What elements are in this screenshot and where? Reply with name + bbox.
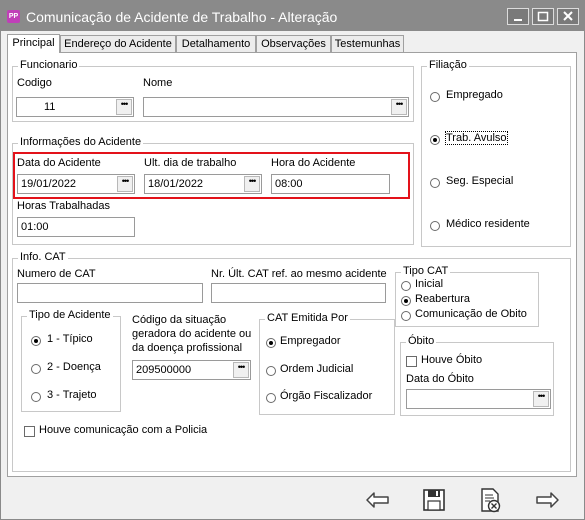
numero-cat-label: Numero de CAT — [17, 268, 96, 280]
codigo-situacao-value: 209500000 — [136, 364, 192, 376]
tipo-cat-radio-inicial[interactable] — [401, 281, 411, 291]
group-funcionario: Funcionario Codigo 11 ••• Nome ••• — [12, 59, 414, 122]
group-title: Tipo CAT — [401, 265, 451, 277]
tab-endereco[interactable]: Endereço do Acidente — [60, 35, 176, 52]
tab-panel-principal: Funcionario Codigo 11 ••• Nome ••• Infor… — [7, 52, 577, 477]
group-title: Filiação — [427, 59, 469, 71]
codigo-label: Codigo — [17, 77, 52, 89]
window: PP Comunicação de Acidente de Trabalho -… — [0, 0, 585, 520]
nome-field[interactable]: ••• — [143, 97, 409, 117]
filiacao-radio-medico-residente[interactable] — [430, 221, 440, 231]
tipo-acidente-radio-doenca[interactable] — [31, 364, 41, 374]
policia-label: Houve comunicação com a Policia — [39, 424, 208, 436]
tipo-cat-label-inicial: Inicial — [415, 278, 444, 290]
app-icon: PP — [7, 10, 20, 23]
save-disk-icon[interactable] — [419, 485, 449, 515]
nome-label: Nome — [143, 77, 173, 89]
data-obito-field[interactable]: ••• — [406, 389, 551, 409]
tipo-acidente-label-trajeto: 3 - Trajeto — [47, 389, 97, 401]
codigo-situacao-label-2: geradora do acidente ou — [132, 328, 252, 340]
codigo-field[interactable]: 11 ••• — [16, 97, 134, 117]
window-title: Comunicação de Acidente de Trabalho - Al… — [26, 9, 338, 25]
close-icon — [563, 11, 573, 21]
filiacao-radio-empregado[interactable] — [430, 92, 440, 102]
group-title: Tipo de Acidente — [27, 309, 113, 321]
title-bar: PP Comunicação de Acidente de Trabalho -… — [1, 1, 584, 31]
houve-obito-checkbox[interactable] — [406, 356, 417, 367]
codigo-situacao-label-1: Código da situação — [132, 314, 227, 326]
houve-obito-label: Houve Óbito — [421, 354, 483, 366]
filiacao-label-empregado: Empregado — [446, 89, 503, 101]
nr-ult-cat-label: Nr. Últ. CAT ref. ao mesmo acidente — [211, 268, 387, 280]
data-obito-picker-button[interactable]: ••• — [533, 391, 549, 407]
highlight-box — [13, 152, 410, 199]
cat-emitida-label-orgao-fiscalizador: Órgão Fiscalizador — [280, 390, 373, 402]
group-title: Info. CAT — [18, 251, 68, 263]
tipo-acidente-radio-trajeto[interactable] — [31, 392, 41, 402]
group-title: Funcionario — [18, 59, 80, 71]
tipo-cat-radio-reabertura[interactable] — [401, 296, 411, 306]
bottom-toolbar — [1, 481, 584, 519]
group-title: Óbito — [406, 335, 437, 347]
filiacao-label-trab-avulso: Trab. Avulso — [445, 131, 508, 145]
numero-cat-field[interactable] — [17, 283, 203, 303]
nr-ult-cat-field[interactable] — [211, 283, 386, 303]
group-tipo-cat: Tipo CAT Inicial Reabertura Comunicação … — [395, 265, 539, 327]
tipo-cat-radio-comunicacao-obito[interactable] — [401, 311, 411, 321]
previous-arrow-icon[interactable] — [363, 485, 393, 515]
cat-emitida-radio-orgao-fiscalizador[interactable] — [266, 393, 276, 403]
tipo-cat-label-reabertura: Reabertura — [415, 293, 471, 305]
cat-emitida-radio-empregador[interactable] — [266, 338, 276, 348]
group-filiacao: Filiação Empregado Trab. Avulso Seg. Esp… — [421, 59, 571, 247]
codigo-situacao-label-3: da doença profissional — [132, 342, 243, 354]
codigo-situacao-field[interactable]: 209500000 ••• — [132, 360, 251, 380]
codigo-lookup-button[interactable]: ••• — [116, 99, 132, 115]
tipo-acidente-label-doenca: 2 - Doença — [47, 361, 101, 373]
horas-trabalhadas-field[interactable]: 01:00 — [17, 217, 135, 237]
tab-detalhamento[interactable]: Detalhamento — [176, 35, 256, 52]
codigo-situacao-lookup-button[interactable]: ••• — [233, 362, 249, 378]
data-obito-label: Data do Óbito — [406, 373, 474, 385]
tipo-acidente-label-tipico: 1 - Típico — [47, 333, 93, 345]
horas-trabalhadas-value: 01:00 — [21, 221, 49, 233]
filiacao-label-medico-residente: Médico residente — [446, 218, 530, 230]
minimize-icon — [514, 19, 522, 21]
maximize-icon — [537, 11, 549, 22]
close-button[interactable] — [557, 8, 579, 25]
group-tipo-acidente: Tipo de Acidente 1 - Típico 2 - Doença 3… — [21, 309, 121, 412]
group-info-cat: Info. CAT Numero de CAT Nr. Últ. CAT ref… — [12, 251, 571, 472]
horas-trabalhadas-label: Horas Trabalhadas — [17, 200, 110, 212]
tab-testemunhas[interactable]: Testemunhas — [331, 35, 404, 52]
filiacao-label-seg-especial: Seg. Especial — [446, 175, 514, 187]
group-cat-emitida-por: CAT Emitida Por Empregador Ordem Judicia… — [259, 312, 395, 415]
tab-principal[interactable]: Principal — [7, 34, 60, 53]
tab-observacoes[interactable]: Observações — [256, 35, 331, 52]
cat-emitida-label-empregador: Empregador — [280, 335, 341, 347]
policia-checkbox[interactable] — [24, 426, 35, 437]
filiacao-radio-trab-avulso[interactable] — [430, 135, 440, 145]
minimize-button[interactable] — [507, 8, 529, 25]
cancel-document-icon[interactable] — [475, 485, 505, 515]
group-title: CAT Emitida Por — [265, 312, 350, 324]
cat-emitida-label-ordem-judicial: Ordem Judicial — [280, 363, 354, 375]
nome-lookup-button[interactable]: ••• — [391, 99, 407, 115]
tipo-cat-label-comunicacao-obito: Comunicação de Obito — [415, 308, 527, 320]
codigo-value: 11 — [44, 101, 56, 113]
group-title: Informações do Acidente — [18, 136, 144, 148]
cat-emitida-radio-ordem-judicial[interactable] — [266, 366, 276, 376]
tipo-acidente-radio-tipico[interactable] — [31, 336, 41, 346]
next-arrow-icon[interactable] — [532, 485, 562, 515]
group-obito: Óbito Houve Óbito Data do Óbito ••• — [400, 335, 554, 416]
filiacao-radio-seg-especial[interactable] — [430, 178, 440, 188]
maximize-button[interactable] — [532, 8, 554, 25]
